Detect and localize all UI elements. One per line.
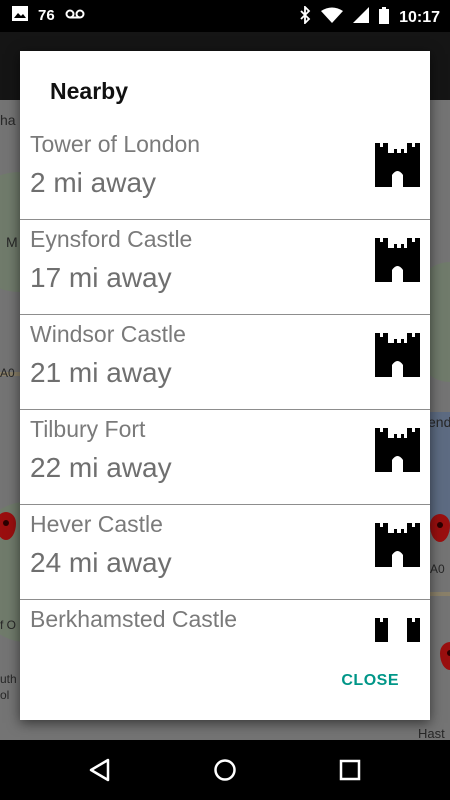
voicemail-icon bbox=[65, 7, 85, 24]
list-item[interactable]: Tower of London 2 mi away bbox=[20, 125, 430, 220]
bluetooth-icon bbox=[299, 4, 311, 29]
notification-count: 76 bbox=[38, 7, 55, 24]
home-icon[interactable] bbox=[211, 756, 239, 784]
map-label: ha bbox=[0, 112, 16, 128]
map-label: uth bbox=[0, 672, 17, 686]
list-item[interactable]: Eynsford Castle 17 mi away bbox=[20, 220, 430, 315]
map-pin-icon[interactable] bbox=[430, 514, 450, 542]
dialog-title: Nearby bbox=[50, 78, 128, 104]
place-name: Eynsford Castle bbox=[30, 226, 193, 252]
place-distance: 22 mi away bbox=[30, 452, 172, 483]
navigation-bar bbox=[0, 740, 450, 800]
clock: 10:17 bbox=[399, 8, 440, 26]
map-label: ol bbox=[0, 688, 10, 702]
list-item[interactable]: Hever Castle 24 mi away bbox=[20, 505, 430, 600]
castle-icon bbox=[375, 523, 420, 567]
recents-icon[interactable] bbox=[336, 756, 364, 784]
castle-icon bbox=[375, 428, 420, 472]
place-distance: 17 mi away bbox=[30, 262, 172, 293]
map-label: end bbox=[428, 414, 450, 430]
map-pin-icon[interactable] bbox=[440, 642, 450, 670]
map-label: Hast bbox=[418, 726, 445, 740]
wifi-icon bbox=[321, 7, 344, 28]
place-name: Windsor Castle bbox=[30, 321, 186, 347]
list-item[interactable]: Berkhamsted Castle bbox=[20, 600, 430, 645]
place-name: Tower of London bbox=[30, 131, 201, 157]
castle-icon bbox=[375, 618, 420, 642]
castle-icon bbox=[375, 238, 420, 282]
place-distance: 21 mi away bbox=[30, 357, 172, 388]
nearby-list[interactable]: Tower of London 2 mi away Eynsford Castl… bbox=[20, 125, 430, 645]
signal-icon bbox=[353, 7, 370, 28]
map-label: f O bbox=[0, 618, 17, 632]
place-distance: 24 mi away bbox=[30, 547, 172, 578]
place-name: Berkhamsted Castle bbox=[30, 606, 238, 632]
place-distance: 2 mi away bbox=[30, 167, 157, 198]
place-name: Tilbury Fort bbox=[30, 416, 146, 442]
place-name: Hever Castle bbox=[30, 511, 163, 537]
battery-icon bbox=[379, 6, 390, 29]
map-label: M bbox=[6, 234, 18, 250]
map-label: A0 bbox=[430, 562, 445, 576]
map-label: A0 bbox=[0, 366, 15, 380]
list-item[interactable]: Tilbury Fort 22 mi away bbox=[20, 410, 430, 505]
status-bar: 76 10:17 bbox=[0, 0, 450, 32]
list-item[interactable]: Windsor Castle 21 mi away bbox=[20, 315, 430, 410]
back-icon[interactable] bbox=[86, 756, 114, 784]
castle-icon bbox=[375, 143, 420, 187]
image-icon bbox=[12, 6, 28, 25]
close-button[interactable]: CLOSE bbox=[341, 672, 399, 690]
nearby-dialog: Nearby Tower of London 2 mi away Eynsfor… bbox=[20, 51, 430, 720]
castle-icon bbox=[375, 333, 420, 377]
